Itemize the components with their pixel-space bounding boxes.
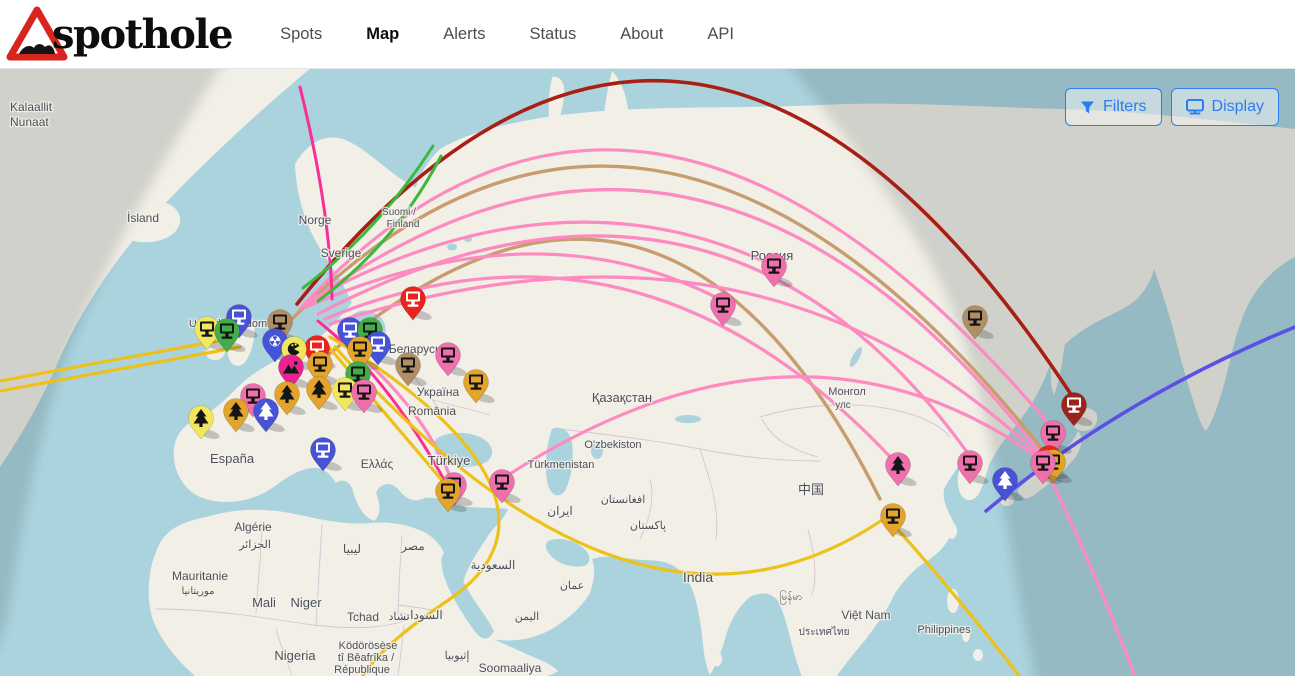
map-label: Norge xyxy=(299,213,332,227)
main-nav: Spots Map Alerts Status About API xyxy=(280,25,734,44)
map-label: تشاد xyxy=(388,611,409,623)
map-label: Nunaat xyxy=(10,115,49,129)
map-label: Finland xyxy=(387,219,420,230)
map-label: السعودية xyxy=(471,558,516,572)
map-label: République xyxy=(334,664,390,676)
map-label: Kalaallit xyxy=(10,100,53,114)
map-label: افغانستان xyxy=(601,494,646,506)
map-label: Soomaaliya xyxy=(479,661,542,675)
map-label: Türkiye xyxy=(428,453,471,468)
app-header: spothole Spots Map Alerts Status About API xyxy=(0,0,1295,69)
radiation-icon: ☢ xyxy=(268,334,281,351)
map-label: الجزائر xyxy=(238,539,271,551)
nav-item-about[interactable]: About xyxy=(620,25,663,44)
map-label: Ködörösèse xyxy=(339,640,398,652)
map-label: မြန်မာ xyxy=(780,589,802,605)
nav-item-status[interactable]: Status xyxy=(529,25,576,44)
map-label: Việt Nam xyxy=(841,608,890,622)
map-label: ايران xyxy=(547,504,572,518)
map-label: Mali xyxy=(252,595,276,610)
map-label: إثيوبيا xyxy=(445,650,470,662)
map-label: ประเทศไทย xyxy=(799,626,850,638)
map-label: موريتانيا xyxy=(181,586,214,597)
map-label: Algérie xyxy=(234,520,272,534)
map-label: Tchad xyxy=(347,610,379,624)
nav-item-map[interactable]: Map xyxy=(366,25,399,44)
map-label: مصر xyxy=(400,539,424,553)
filter-icon xyxy=(1080,100,1095,115)
map-label: România xyxy=(408,404,456,418)
map-label: Türkmenistan xyxy=(528,459,595,471)
map-label: Suomi / xyxy=(382,207,416,218)
map-label: Philippines xyxy=(917,624,971,636)
map-label: Беларусь xyxy=(389,342,441,356)
spothole-app: spothole Spots Map Alerts Status About API xyxy=(0,0,1295,676)
map-label: O'zbekiston xyxy=(584,439,641,451)
display-icon xyxy=(1186,99,1204,115)
map-label: 中国 xyxy=(798,482,824,497)
map-label: España xyxy=(210,451,255,466)
map-label: Nigeria xyxy=(274,648,316,663)
filters-button-label: Filters xyxy=(1103,98,1147,116)
map-label: İsland xyxy=(127,211,159,225)
map-label: улс xyxy=(835,400,851,411)
map-controls: Filters Display xyxy=(1065,88,1279,126)
map-label: Монгол xyxy=(828,386,866,398)
nav-item-alerts[interactable]: Alerts xyxy=(443,25,485,44)
map-label: اليمن xyxy=(515,611,539,623)
nav-item-spots[interactable]: Spots xyxy=(280,25,322,44)
map-label: پاکستان xyxy=(630,520,666,532)
filters-button[interactable]: Filters xyxy=(1065,88,1162,126)
svg-text:☢: ☢ xyxy=(268,334,281,351)
display-button[interactable]: Display xyxy=(1171,88,1279,126)
map-label: tî Bêafrîka / xyxy=(338,652,395,664)
map-label: ليبيا xyxy=(343,542,361,556)
brand-logo[interactable]: spothole xyxy=(6,5,232,63)
map-label: Україна xyxy=(417,385,460,399)
map-label: Sverige xyxy=(321,246,362,260)
brand-name: spothole xyxy=(52,11,232,58)
display-button-label: Display xyxy=(1212,98,1264,116)
map-label: Mauritanie xyxy=(172,569,228,583)
nav-item-api[interactable]: API xyxy=(707,25,734,44)
world-map: KalaallitNunaat İsland Norge Sverige Suomi /… xyxy=(0,69,1295,676)
map-label: عمان xyxy=(560,580,584,592)
map-label: Niger xyxy=(290,595,322,610)
map-canvas[interactable]: KalaallitNunaat İsland Norge Sverige Suomi /… xyxy=(0,69,1295,676)
map-label: India xyxy=(683,569,714,585)
map-label: Ελλάς xyxy=(361,457,394,471)
map-label: Қазақстан xyxy=(592,390,652,405)
